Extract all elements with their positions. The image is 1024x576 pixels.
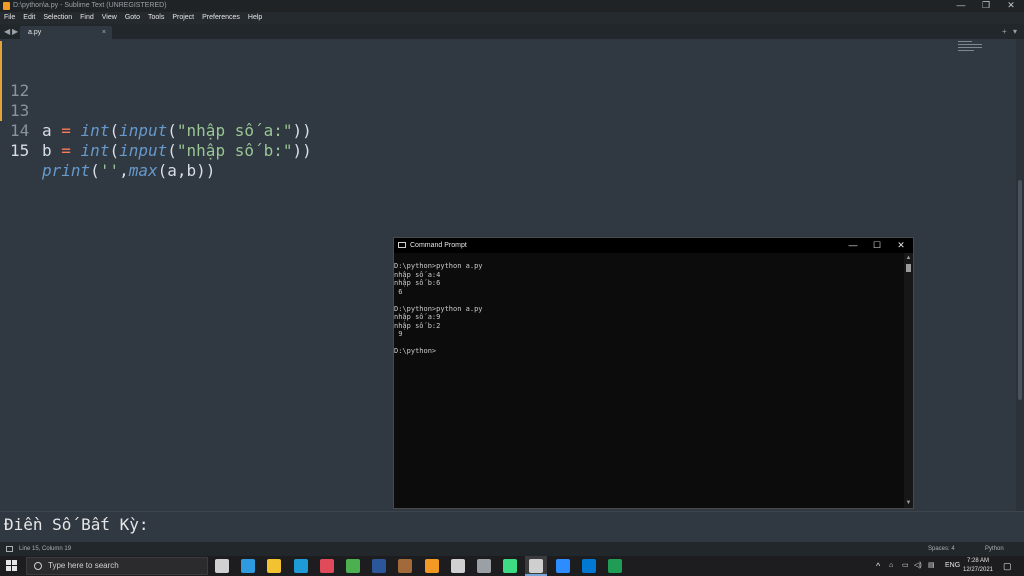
search-placeholder: Type here to search <box>48 561 119 570</box>
clock-date: 12/27/2021 <box>962 567 994 573</box>
restore-button[interactable]: ❐ <box>975 0 997 12</box>
tray-network-icon[interactable]: ⌂ <box>889 556 893 576</box>
minimize-button[interactable]: — <box>950 0 972 12</box>
clock-time: 7:28 AM <box>966 558 989 564</box>
tray-chevron-icon[interactable]: ^ <box>876 556 880 576</box>
menu-project[interactable]: Project <box>168 12 198 24</box>
tray-keyboard-icon[interactable]: ▤ <box>928 556 935 576</box>
taskbar-search-box[interactable]: Type here to search <box>26 557 208 575</box>
minimap[interactable] <box>958 41 984 57</box>
snipping-icon[interactable] <box>477 559 491 573</box>
line-number: 15 <box>10 141 30 160</box>
menu-preferences[interactable]: Preferences <box>198 12 244 24</box>
notification-icon[interactable]: ▢ <box>1003 556 1012 576</box>
modified-marker <box>0 61 2 81</box>
taskbar: Type here to search ^ ⌂ ▭ ◁) ▤ ENG 7:28 … <box>0 556 1024 576</box>
tab-list-icon[interactable]: ▾ <box>1013 24 1017 39</box>
code-text: print('',max(a,b)) <box>42 161 216 180</box>
windows-start-icon[interactable] <box>6 560 18 572</box>
task-view-icon[interactable] <box>215 559 229 573</box>
close-window-button[interactable]: ✕ <box>1000 0 1022 12</box>
menu-tools[interactable]: Tools <box>144 12 168 24</box>
settings-icon[interactable] <box>450 559 465 573</box>
code-line-15: 15 print('',max(a,b)) <box>0 101 215 180</box>
skype-icon[interactable] <box>293 559 308 573</box>
excel-app-icon[interactable] <box>608 559 622 573</box>
cmd-app-icon <box>398 242 406 248</box>
syntax-setting[interactable]: Python <box>985 542 1004 556</box>
cmd-close-button[interactable]: ✕ <box>890 238 912 253</box>
menu-find[interactable]: Find <box>76 12 98 24</box>
menu-view[interactable]: View <box>98 12 121 24</box>
console-output: Điền Số Bất Kỳ: <box>4 515 149 534</box>
sublime-icon[interactable] <box>424 559 439 573</box>
menu-bar: File Edit Selection Find View Goto Tools… <box>0 12 1024 24</box>
tab-back-icon[interactable]: ◀ <box>4 24 10 39</box>
cmd-title: Command Prompt <box>410 242 467 249</box>
editor-scroll-thumb[interactable] <box>1018 180 1022 400</box>
panel-toggle-icon[interactable] <box>6 546 13 552</box>
code-text: b = int(input("nhập số b:")) <box>42 141 312 160</box>
edge-icon[interactable] <box>241 559 256 573</box>
new-tab-icon[interactable]: + <box>1002 24 1007 39</box>
cmd-scrollbar[interactable]: ▲ ▼ <box>904 253 913 508</box>
indentation-setting[interactable]: Spaces: 4 <box>928 542 955 556</box>
cmd-scroll-thumb[interactable] <box>906 264 911 272</box>
search-icon <box>34 562 42 570</box>
sublime-app-icon <box>3 2 10 10</box>
command-prompt-window[interactable]: Command Prompt — ☐ ✕ D:\python>python a.… <box>393 237 914 509</box>
terminal-icon[interactable] <box>529 559 544 573</box>
cmd-maximize-button[interactable]: ☐ <box>866 238 888 253</box>
code-line-13: 13 a = int(input("nhập số a:")) <box>0 61 312 140</box>
language-indicator[interactable]: ENG <box>945 556 960 576</box>
tab-forward-icon[interactable]: ▶ <box>12 24 18 39</box>
menu-file[interactable]: File <box>0 12 19 24</box>
cmd-scroll-down-icon[interactable]: ▼ <box>904 499 913 507</box>
menu-edit[interactable]: Edit <box>19 12 39 24</box>
chrome-icon[interactable] <box>346 559 360 573</box>
cmd-scroll-up-icon[interactable]: ▲ <box>904 254 913 262</box>
taskbar-clock[interactable]: 7:28 AM 12/27/2021 <box>960 557 996 575</box>
status-bar: Line 15, Column 19 Spaces: 4 Python <box>0 542 1024 556</box>
modified-marker <box>0 101 2 121</box>
code-text: a = int(input("nhập số a:")) <box>42 121 312 140</box>
code-line-14: 14 b = int(input("nhập số b:")) <box>0 81 312 160</box>
tab-bar: ◀ ▶ a.py × + ▾ <box>0 24 1024 39</box>
cmd-title-bar[interactable]: Command Prompt — ☐ ✕ <box>394 238 913 253</box>
window-title-bar: D:\python\a.py - Sublime Text (UNREGISTE… <box>0 0 1024 12</box>
android-icon[interactable] <box>503 559 518 573</box>
word-icon[interactable] <box>372 559 387 573</box>
code-line-12: 12 <box>0 41 39 100</box>
tab-close-icon[interactable]: × <box>102 26 106 39</box>
cmd-output[interactable]: D:\python>python a.py nhập số a:4 nhập s… <box>394 262 899 356</box>
file-explorer-icon[interactable] <box>267 559 282 573</box>
tray-battery-icon[interactable]: ▭ <box>902 556 909 576</box>
tab-label: a.py <box>28 29 42 36</box>
modified-marker <box>0 41 2 61</box>
tab-a-py[interactable]: a.py × <box>20 26 112 39</box>
tray-volume-icon[interactable]: ◁) <box>914 556 922 576</box>
modified-marker <box>0 81 2 101</box>
menu-help[interactable]: Help <box>244 12 266 24</box>
menu-goto[interactable]: Goto <box>121 12 144 24</box>
zoom-icon[interactable] <box>555 559 570 573</box>
window-title: D:\python\a.py - Sublime Text (UNREGISTE… <box>13 2 167 9</box>
app-grid-icon[interactable] <box>319 559 334 573</box>
console-panel[interactable]: Điền Số Bất Kỳ: <box>0 511 1024 543</box>
mail-icon[interactable] <box>581 559 596 573</box>
cmd-minimize-button[interactable]: — <box>842 238 864 253</box>
menu-selection[interactable]: Selection <box>39 12 76 24</box>
package-icon[interactable] <box>398 559 413 573</box>
cursor-position: Line 15, Column 19 <box>19 546 72 552</box>
